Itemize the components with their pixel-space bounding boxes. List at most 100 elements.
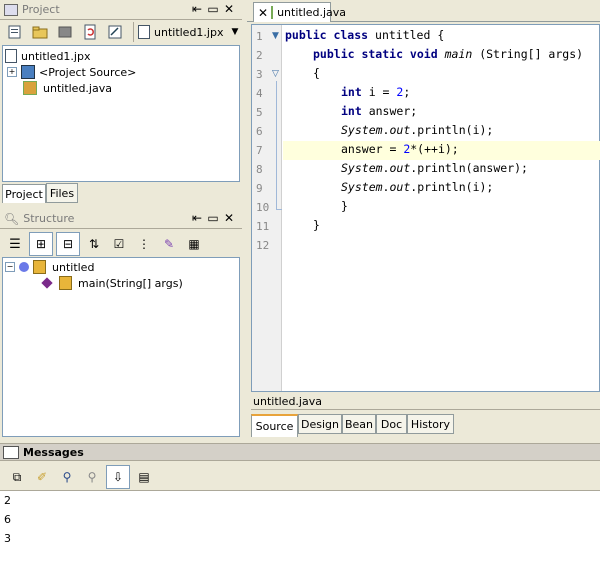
tree-label: <Project Source> [39,65,137,79]
hierarchy-icon[interactable]: ⋮ [133,233,155,255]
messages-icon [3,445,19,459]
find-icon[interactable]: ⚲ [56,466,78,488]
tree-item-method[interactable]: main(String[] args) [41,275,183,291]
jpx-file-icon [5,49,17,63]
structure-panel-title: Structure [23,212,75,225]
find-next-icon[interactable]: ⚲ [81,466,103,488]
lock-icon [59,276,72,290]
tree-item-class[interactable]: − untitled [5,259,94,275]
project-panel-title: Project [22,3,60,16]
line-number: 2 [256,49,263,62]
line-number: 11 [256,220,270,233]
editor-tab-strip: ✕ untitled.java [247,0,600,22]
line-number: 9 [256,182,263,195]
project-panel: Project ⇤ ▭ ✕ untitled1.jpx ▼ untitled1.… [0,0,246,206]
fold-line [276,81,277,209]
open-folder-icon[interactable] [29,21,51,43]
class-view-icon[interactable]: ▦ [183,233,205,255]
messages-toolbar: ⧉ ✐ ⚲ ⚲ ⇩ ▤ [2,465,600,489]
code-line-5: int answer; [341,104,418,118]
edit-icon[interactable]: ✎ [158,233,180,255]
fold-marker-icon[interactable]: ▼ [272,31,279,41]
sort-order-icon[interactable]: ⇅ [83,233,105,255]
minimize-icon[interactable]: ⇤ [190,2,204,16]
refresh-icon[interactable] [79,21,101,43]
code-line-2: public static void main (String[] args) [313,47,584,61]
remove-icon[interactable] [54,21,76,43]
structure-panel: 🔍︎ Structure ⇤ ▭ ✕ ☰ ⊞ ⊟ ⇅ ☑ ⋮ ✎ ▦ − unt… [0,209,246,439]
line-number: 8 [256,163,263,176]
project-toolbar: untitled1.jpx ▼ [0,20,242,44]
status-file-name: untitled.java [253,395,322,408]
close-icon[interactable]: ✕ [222,211,236,225]
class-icon [19,262,29,272]
project-selector-label: untitled1.jpx [154,25,224,39]
tab-doc[interactable]: Doc [376,414,407,434]
messages-output: 2 6 3 [0,490,600,566]
restore-icon[interactable]: ▭ [206,2,220,16]
structure-tree: − untitled main(String[] args) [2,257,240,437]
tree-label: untitled1.jpx [21,49,91,63]
sort-icon[interactable]: ☰ [4,233,26,255]
expand-icon[interactable]: + [7,67,17,77]
chevron-down-icon[interactable]: ▼ [231,27,238,37]
tree-item-source-file[interactable]: untitled.java [23,80,112,96]
word-wrap-icon[interactable]: ⇩ [106,465,130,489]
project-selector[interactable]: untitled1.jpx ▼ [138,22,238,42]
close-icon[interactable]: ✕ [222,2,236,16]
output-line: 2 [4,494,11,507]
lock-icon [33,260,46,274]
copy-icon[interactable]: ⧉ [6,466,28,488]
tree-item-project-file[interactable]: untitled1.jpx [5,48,90,64]
package-icon [21,65,35,79]
properties-icon[interactable] [104,21,126,43]
filter-icon[interactable]: ⊟ [56,232,80,256]
tab-project[interactable]: Project [2,184,46,203]
editor-area: ✕ untitled.java 1 2 3 4 5 6 7 8 9 10 11 … [247,0,600,440]
code-editor[interactable]: 1 2 3 4 5 6 7 8 9 10 11 12 ▼ ▽ public cl… [251,24,600,392]
editor-tab-label: untitled.java [277,6,347,19]
checklist-icon[interactable]: ☑ [108,233,130,255]
tab-files[interactable]: Files [46,183,78,203]
code-line-9: System.out.println(i); [341,180,494,194]
tab-history[interactable]: History [407,414,454,434]
messages-header: Messages [0,443,600,461]
line-number: 1 [256,30,263,43]
line-number: 4 [256,87,263,100]
line-number: 6 [256,125,263,138]
java-file-icon [271,6,274,19]
line-number: 3 [256,68,263,81]
minimize-icon[interactable]: ⇤ [190,211,204,225]
tree-label: untitled [52,260,95,274]
project-tree: untitled1.jpx + <Project Source> untitle… [2,45,240,182]
code-line-4: int i = 2; [341,85,411,99]
tab-bean[interactable]: Bean [342,414,376,434]
line-number: 12 [256,239,270,252]
code-line-10: } [341,199,348,213]
line-number: 5 [256,106,263,119]
tree-label: main(String[] args) [78,276,183,290]
restore-icon[interactable]: ▭ [206,211,220,225]
fold-marker-icon[interactable]: ▽ [272,69,279,79]
group-icon[interactable]: ⊞ [29,232,53,256]
search-icon: 🔍︎ [4,211,20,226]
editor-status-bar: untitled.java [251,394,600,410]
messages-title: Messages [23,445,84,459]
tree-item-project-source[interactable]: + <Project Source> [7,64,136,80]
vertical-splitter[interactable] [242,0,247,440]
options-icon[interactable]: ▤ [133,466,155,488]
tab-design[interactable]: Design [298,414,342,434]
clear-icon[interactable]: ✐ [31,466,53,488]
code-line-7: answer = 2*(++i); [341,142,459,156]
editor-tab-untitled[interactable]: ✕ untitled.java [253,2,346,22]
tree-label: untitled.java [43,81,112,95]
code-line-3: { [313,66,320,80]
code-line-8: System.out.println(answer); [341,161,528,175]
add-files-icon[interactable] [4,21,26,43]
close-tab-icon[interactable]: ✕ [258,6,268,20]
output-line: 6 [4,513,11,526]
collapse-icon[interactable]: − [5,262,15,272]
line-number: 10 [256,201,270,214]
fold-line-end [276,209,282,210]
tab-source[interactable]: Source [251,414,298,437]
